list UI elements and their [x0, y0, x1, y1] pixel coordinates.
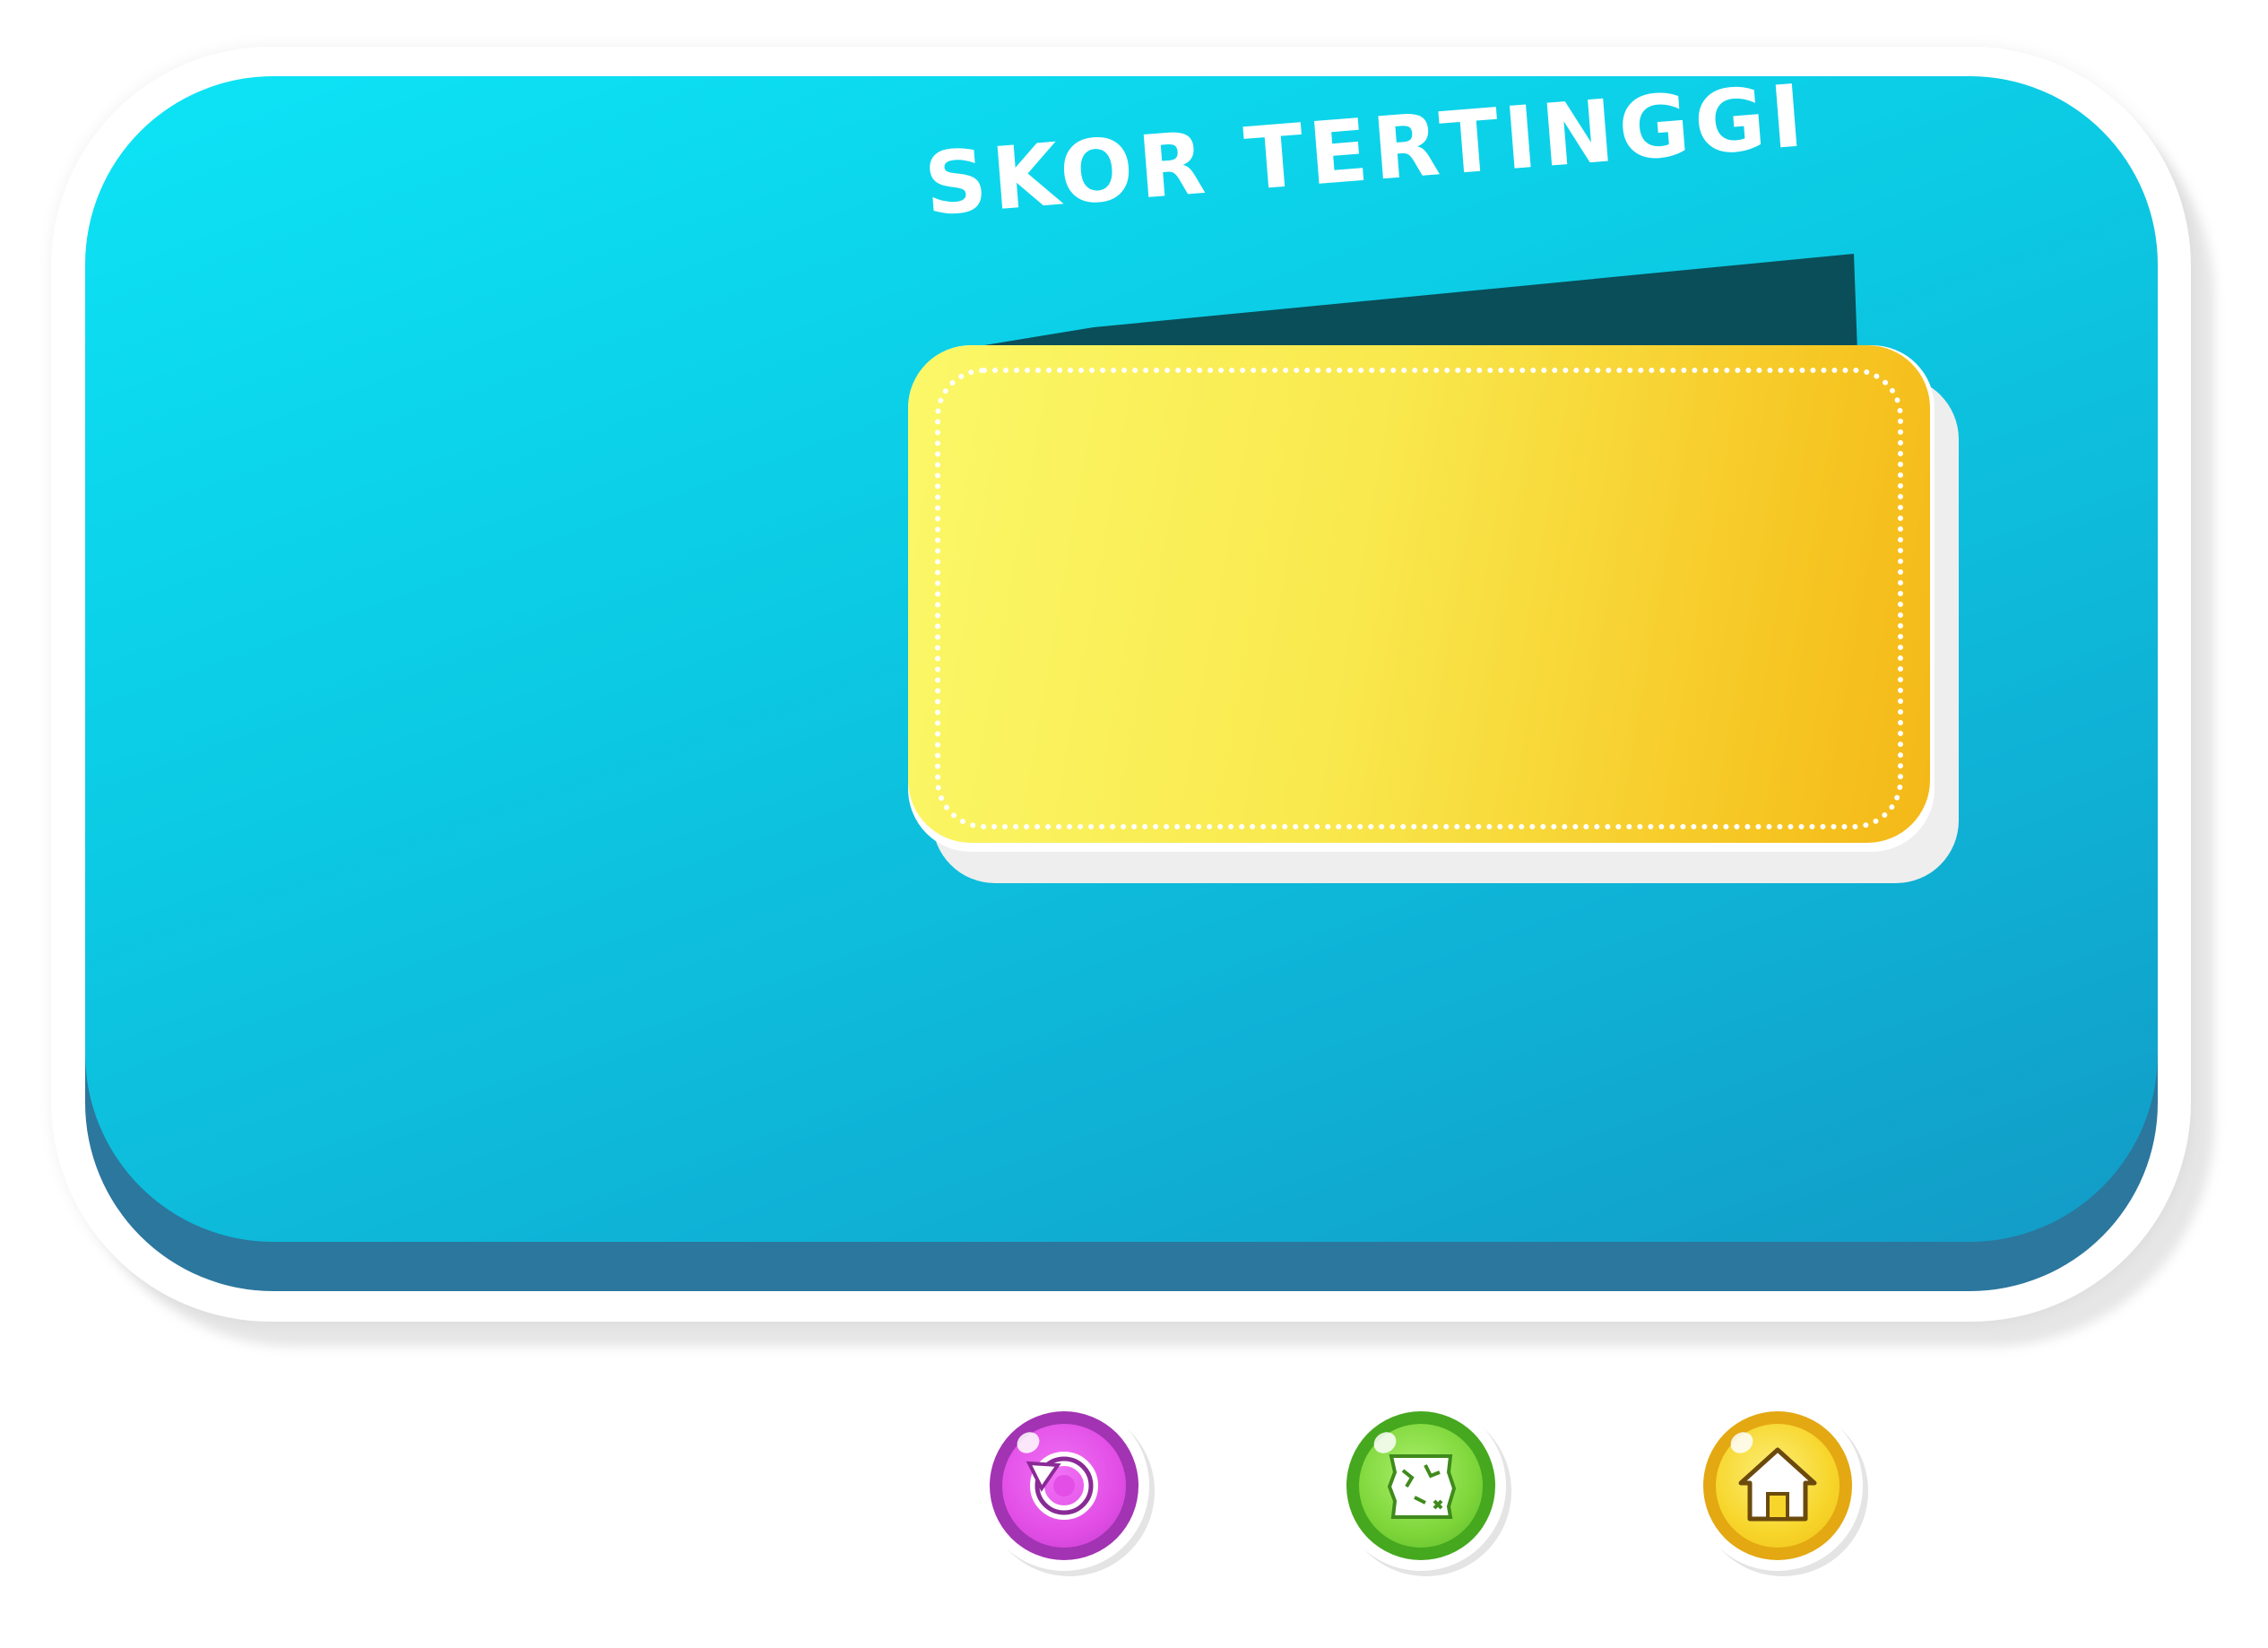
game-screen: SKOR TERTINGGI	[0, 0, 2268, 1648]
score-card-dashes	[935, 368, 1903, 829]
replay-icon	[1026, 1452, 1098, 1520]
map-button[interactable]	[1336, 1401, 1506, 1571]
home-icon	[1738, 1447, 1817, 1522]
map-icon	[1387, 1454, 1457, 1519]
replay-button[interactable]	[979, 1401, 1149, 1571]
home-button[interactable]	[1692, 1401, 1863, 1571]
